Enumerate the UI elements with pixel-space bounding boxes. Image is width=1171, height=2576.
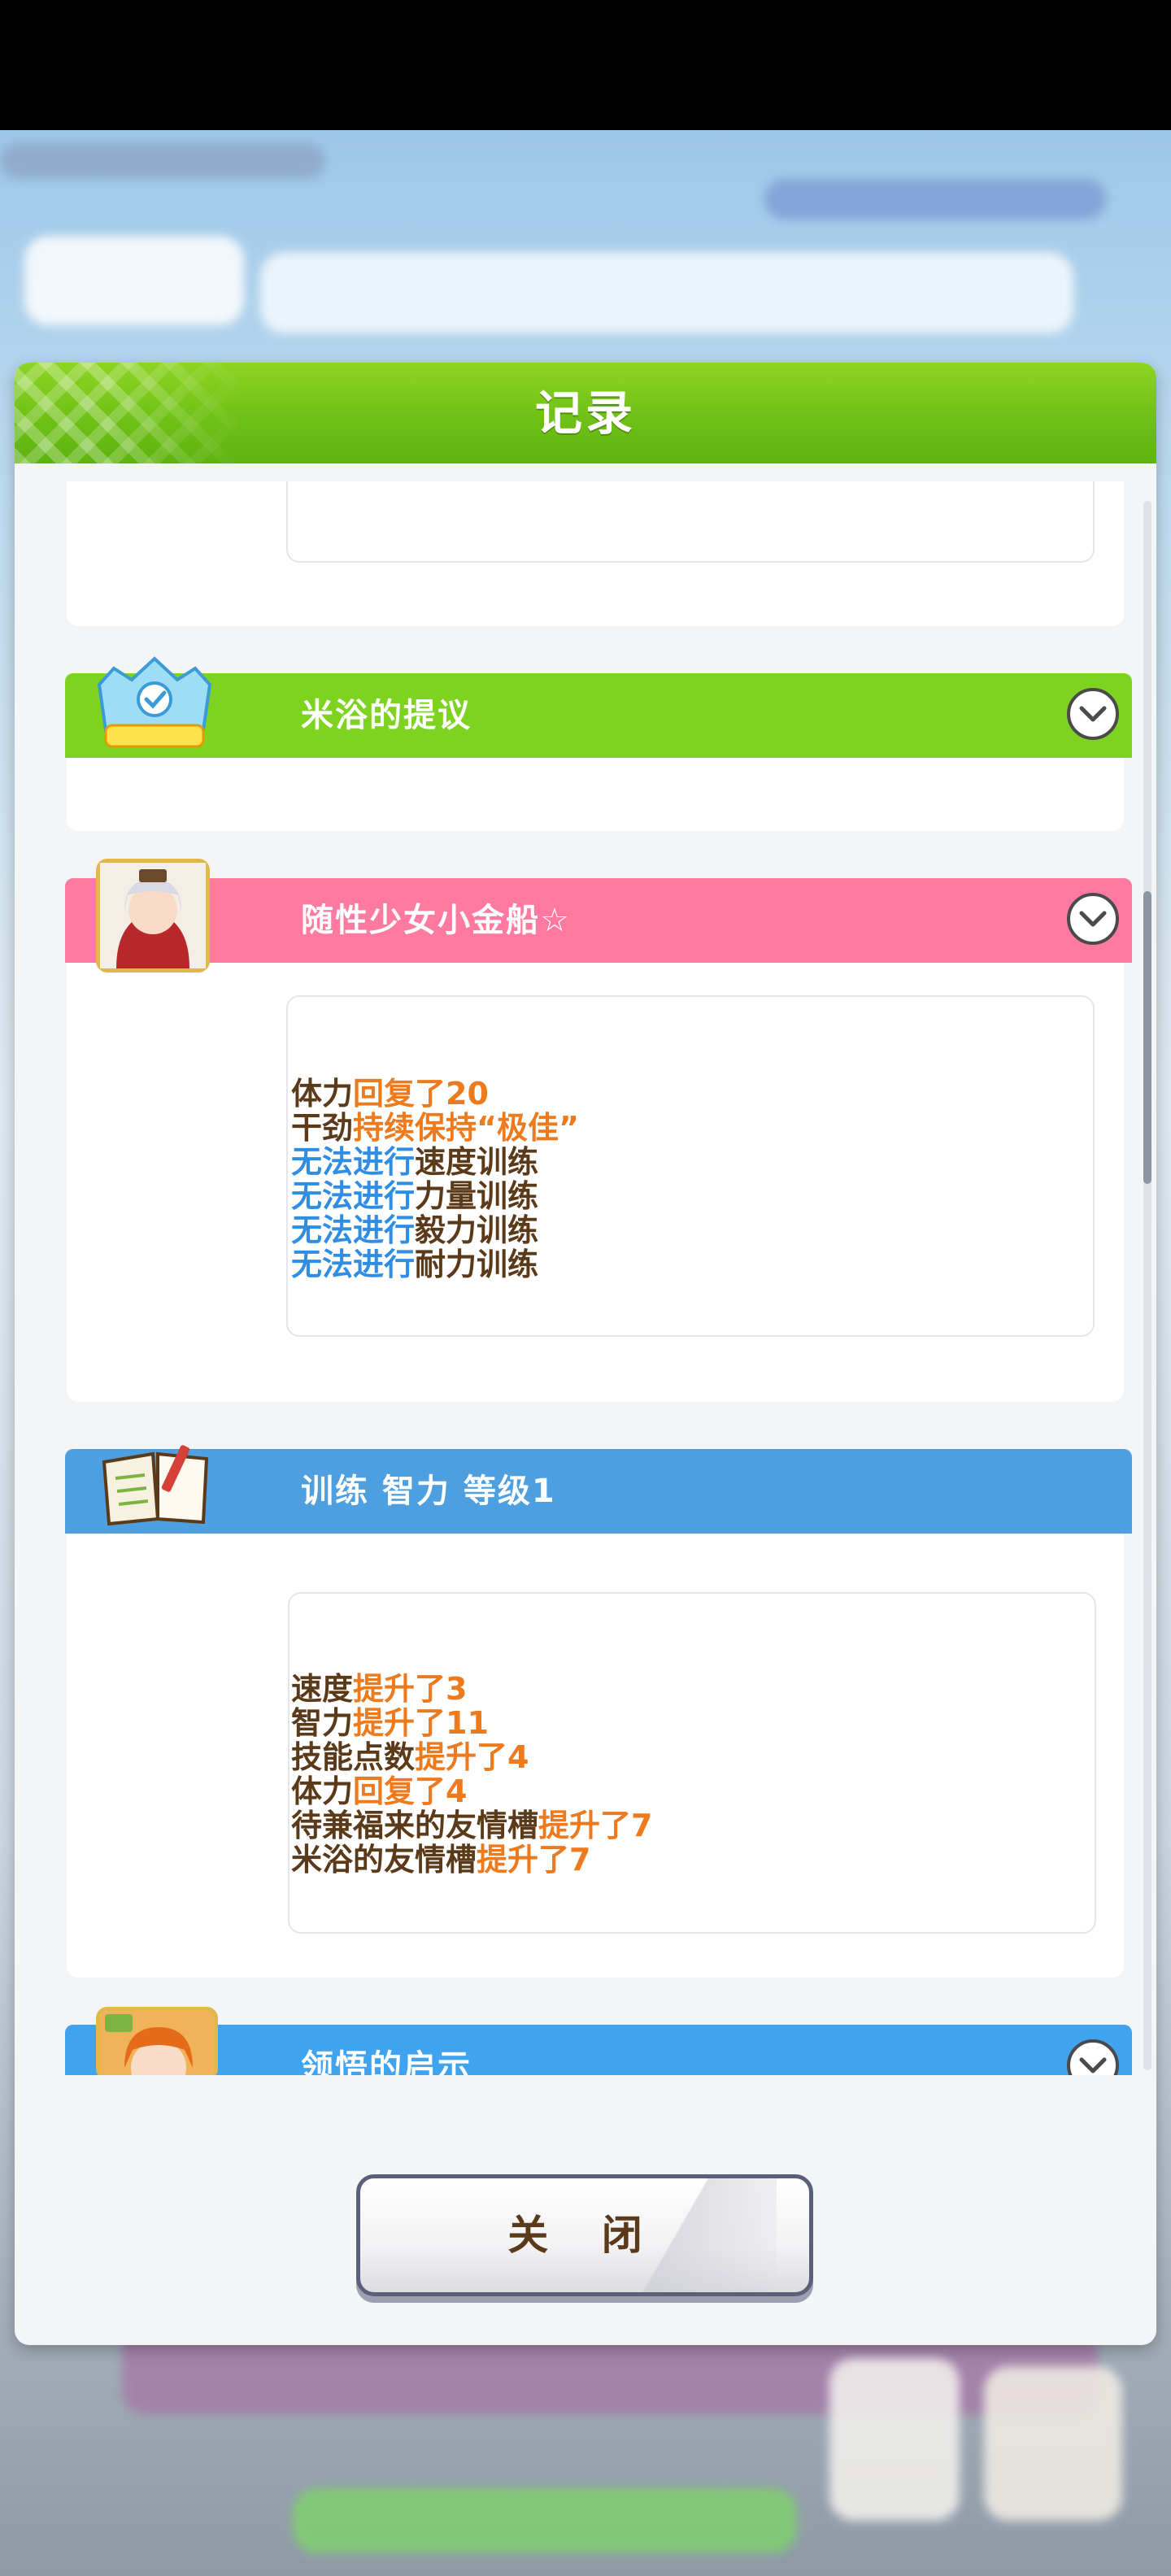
entry-header-2[interactable]: 随性少女小金船☆	[65, 878, 1132, 963]
record-dialog: 记录 米浴的提议 随性少女小金船☆ 体力回复了20 干劲持续保持“极佳” 无法进…	[15, 363, 1156, 2345]
gold-ship-portrait-icon	[96, 859, 210, 973]
youth-cup-badge-icon	[89, 652, 220, 758]
bg-top-right-bar	[764, 179, 1106, 220]
effect-line: 无法进行毅力训练	[291, 1212, 539, 1248]
dialog-title: 记录	[534, 385, 636, 441]
bg-menu-button	[984, 2366, 1122, 2521]
chevron-down-icon[interactable]	[1067, 2039, 1119, 2075]
entry-header-1[interactable]: 米浴的提议	[65, 673, 1132, 758]
close-button[interactable]: 关 闭	[356, 2174, 813, 2296]
effect-lines: 体力回复了20 干劲持续保持“极佳” 无法进行速度训练 无法进行力量训练 无法进…	[291, 1077, 579, 1281]
chevron-down-icon[interactable]	[1067, 893, 1119, 945]
effect-line: 无法进行速度训练	[291, 1144, 539, 1180]
effect-line: 智力提升了11	[291, 1705, 489, 1741]
training-notebook-icon	[96, 1438, 218, 1527]
scrollbar-thumb[interactable]	[1143, 891, 1151, 1184]
effect-line: 无法进行力量训练	[291, 1178, 539, 1214]
entry-title: 米浴的提议	[301, 697, 472, 734]
effect-line: 速度提升了3	[291, 1671, 468, 1707]
record-scrollbar[interactable]	[1143, 501, 1151, 2070]
effect-line: 技能点数提升了4	[291, 1739, 529, 1775]
entry-title: 随性少女小金船☆	[301, 902, 571, 939]
entry-title: 训练 智力 等级1	[301, 1473, 556, 1510]
chevron-down-icon[interactable]	[1067, 688, 1119, 740]
record-detail-box	[286, 481, 1095, 563]
effect-line: 米浴的友情槽提升了7	[291, 1842, 591, 1878]
effect-line: 待兼福来的友情槽提升了7	[291, 1808, 653, 1843]
bg-goal-panel	[260, 252, 1073, 333]
entry-header-3[interactable]: 训练 智力 等级1	[65, 1449, 1132, 1534]
record-log-list[interactable]: 米浴的提议 随性少女小金船☆ 体力回复了20 干劲持续保持“极佳” 无法进行速度…	[47, 481, 1137, 2075]
bg-header-strip	[0, 143, 325, 179]
record-card	[67, 481, 1124, 626]
effect-line: 体力回复了4	[291, 1773, 468, 1809]
effect-line: 干劲持续保持“极佳”	[291, 1110, 579, 1146]
bg-bottom-green-buttons	[293, 2488, 797, 2553]
effect-line: 体力回复了20	[291, 1076, 489, 1112]
system-status-bar	[0, 0, 1171, 130]
effect-lines: 速度提升了3 智力提升了11 技能点数提升了4 体力回复了4 待兼福来的友情槽提…	[291, 1672, 652, 1877]
effect-line: 无法进行耐力训练	[291, 1247, 539, 1282]
close-button-label: 关 闭	[507, 2212, 662, 2259]
dialog-header: 记录	[15, 363, 1156, 463]
bg-turn-counter	[24, 236, 244, 325]
entry-header-4[interactable]: 领悟的启示	[65, 2025, 1132, 2075]
character-portrait-icon	[96, 2007, 218, 2075]
bg-skill-button	[829, 2358, 960, 2521]
entry-title: 领悟的启示	[301, 2048, 472, 2075]
